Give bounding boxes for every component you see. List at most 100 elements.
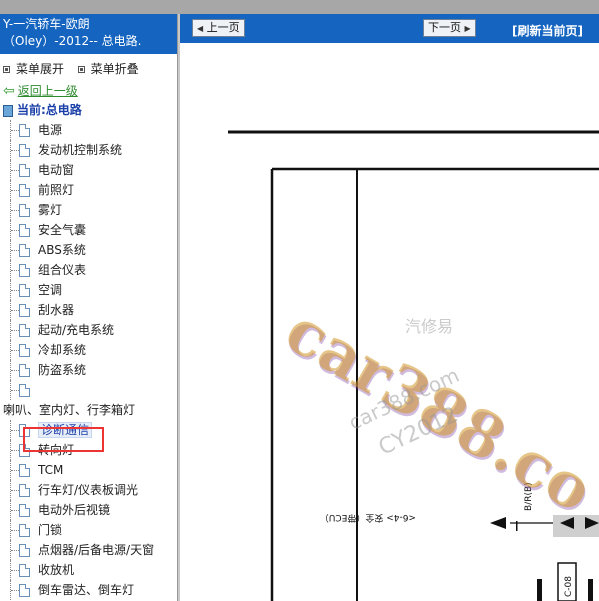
tree-item[interactable]: 发动机控制系统 bbox=[0, 140, 178, 160]
tree-item[interactable]: 诊断通信 bbox=[0, 420, 178, 440]
tree-item-label: 防盗系统 bbox=[38, 363, 87, 377]
prev-page-button[interactable]: ◀ 上一页 bbox=[192, 19, 245, 37]
wire-tick bbox=[516, 521, 518, 531]
tree-item[interactable]: 点烟器/后备电源/天窗 bbox=[0, 540, 178, 560]
tree-item[interactable]: 倒车雷达、倒车灯 bbox=[0, 580, 178, 600]
menu-expand-link[interactable]: 菜单展开 bbox=[16, 62, 64, 76]
tree-item-label: 电动外后视镜 bbox=[38, 503, 111, 517]
tree-item[interactable]: 组合仪表 bbox=[0, 260, 178, 280]
tree-item-label: 雾灯 bbox=[38, 203, 63, 217]
tree-item[interactable]: 转向灯 bbox=[0, 440, 178, 460]
tree-connector bbox=[10, 540, 19, 560]
tree-connector bbox=[10, 340, 19, 360]
tree-item[interactable] bbox=[0, 380, 178, 400]
document-icon bbox=[19, 324, 30, 337]
back-arrow-icon[interactable]: ⇦ bbox=[3, 83, 15, 99]
tree-item-label: 点烟器/后备电源/天窗 bbox=[38, 543, 155, 557]
wiring-diagram[interactable]: B/R(B) C-08 <6-4> 安全（带ECU） car388.co car… bbox=[180, 43, 599, 601]
tree-item-label: 行车灯/仪表板调光 bbox=[38, 483, 139, 497]
document-icon bbox=[19, 484, 30, 497]
diagram-svg: B/R(B) C-08 <6-4> 安全（带ECU） bbox=[228, 130, 599, 601]
tree-item-label: 诊断通信 bbox=[38, 422, 93, 438]
folder-icon bbox=[3, 104, 13, 117]
tree-connector bbox=[10, 300, 19, 320]
back-row: ⇦ 返回上一级 bbox=[3, 82, 78, 100]
collapse-square-icon bbox=[77, 66, 85, 73]
tree-connector bbox=[10, 200, 19, 220]
circuit-tree: 电源 发动机控制系统电动窗前照灯雾灯安全气囊 ABS系统组合仪表空调刮水器起动/充电… bbox=[0, 120, 178, 600]
tree-item[interactable]: TCM bbox=[0, 460, 178, 480]
ecu-label-text: <6-4> 安全（带ECU） bbox=[320, 512, 416, 524]
document-icon bbox=[19, 304, 30, 317]
tree-item[interactable]: ABS系统 bbox=[0, 240, 178, 260]
window-top-strip bbox=[0, 0, 599, 14]
tree-item-label: 转向灯 bbox=[38, 443, 75, 457]
expand-square-icon bbox=[3, 66, 10, 73]
document-icon bbox=[19, 464, 30, 477]
tree-item[interactable]: 空调 bbox=[0, 280, 178, 300]
tree-item[interactable]: 电源 bbox=[0, 120, 178, 140]
back-link[interactable]: 返回上一级 bbox=[18, 84, 78, 98]
document-icon bbox=[19, 144, 30, 157]
current-location-label: 当前:总电路 bbox=[17, 103, 82, 117]
tree-item-label: ABS系统 bbox=[38, 243, 86, 257]
tree-item-label: 门锁 bbox=[38, 523, 63, 537]
tree-connector bbox=[10, 220, 19, 240]
tree-connector bbox=[10, 260, 19, 280]
tree-item-label: 空调 bbox=[38, 283, 63, 297]
tree-connector bbox=[10, 440, 19, 460]
tree-item-label: 电动窗 bbox=[38, 163, 75, 177]
tree-item-label: 倒车雷达、倒车灯 bbox=[38, 583, 135, 597]
right-triangle-icon: ▶ bbox=[464, 24, 471, 33]
tree-connector bbox=[10, 500, 19, 520]
tree-item-label: 安全气囊 bbox=[38, 223, 87, 237]
tree-connector bbox=[10, 280, 19, 300]
tree-connector bbox=[10, 360, 19, 380]
document-icon bbox=[19, 244, 30, 257]
document-icon bbox=[19, 184, 30, 197]
page-toolbar: ◀ 上一页 下一页 ▶ [刷新当前页] bbox=[180, 14, 599, 43]
current-location: 当前:总电路 bbox=[3, 101, 82, 119]
document-icon bbox=[19, 344, 30, 357]
tree-item[interactable]: 雾灯 bbox=[0, 200, 178, 220]
tree-item[interactable]: 前照灯 bbox=[0, 180, 178, 200]
tree-item[interactable]: 行车灯/仪表板调光 bbox=[0, 480, 178, 500]
tree-connector bbox=[10, 560, 19, 580]
content-pane: ◀ 上一页 下一页 ▶ [刷新当前页] B/R(B) C-08 <6-4> 安全… bbox=[180, 14, 599, 601]
tree-item[interactable]: 冷却系统 bbox=[0, 340, 178, 360]
document-icon bbox=[19, 564, 30, 577]
menu-collapse-link[interactable]: 菜单折叠 bbox=[91, 62, 139, 76]
tree-item-label: 刮水器 bbox=[38, 303, 75, 317]
document-icon bbox=[19, 124, 30, 137]
model-title-box: Y-一汽轿车-欧朗 （Oley）-2012-- 总电路. bbox=[0, 14, 177, 54]
tree-item[interactable]: 电动窗 bbox=[0, 160, 178, 180]
tree-item[interactable]: 防盗系统 bbox=[0, 360, 178, 380]
tree-item[interactable]: 电动外后视镜 bbox=[0, 500, 178, 520]
tree-item-label: 冷却系统 bbox=[38, 343, 87, 357]
document-icon bbox=[19, 504, 30, 517]
menu-toggle-row: 菜单展开 菜单折叠 bbox=[0, 54, 177, 76]
tree-item[interactable]: 收放机 bbox=[0, 560, 178, 580]
document-icon bbox=[19, 444, 30, 457]
document-icon bbox=[19, 524, 30, 537]
document-icon bbox=[19, 584, 30, 597]
tree-connector bbox=[10, 120, 19, 140]
next-page-button[interactable]: 下一页 ▶ bbox=[423, 19, 476, 37]
tree-connector bbox=[10, 420, 19, 440]
tree-item[interactable]: 刮水器 bbox=[0, 300, 178, 320]
wire-arrow-icon bbox=[490, 517, 506, 529]
tree-item[interactable]: 门锁 bbox=[0, 520, 178, 540]
tree-item[interactable]: 起动/充电系统 bbox=[0, 320, 178, 340]
tree-connector bbox=[10, 180, 19, 200]
tree-item-label: 组合仪表 bbox=[38, 263, 87, 277]
tree-connector bbox=[10, 380, 19, 400]
tree-connector bbox=[10, 460, 19, 480]
left-triangle-icon: ◀ bbox=[197, 24, 204, 33]
tree-item[interactable]: 喇叭、室内灯、行李箱灯 bbox=[0, 400, 178, 420]
refresh-page-link[interactable]: [刷新当前页] bbox=[512, 22, 583, 39]
tree-item[interactable]: 安全气囊 bbox=[0, 220, 178, 240]
tree-connector bbox=[10, 480, 19, 500]
document-icon bbox=[19, 544, 30, 557]
tree-item-label: TCM bbox=[38, 463, 64, 477]
connector-label-text: C-08 bbox=[564, 576, 574, 597]
